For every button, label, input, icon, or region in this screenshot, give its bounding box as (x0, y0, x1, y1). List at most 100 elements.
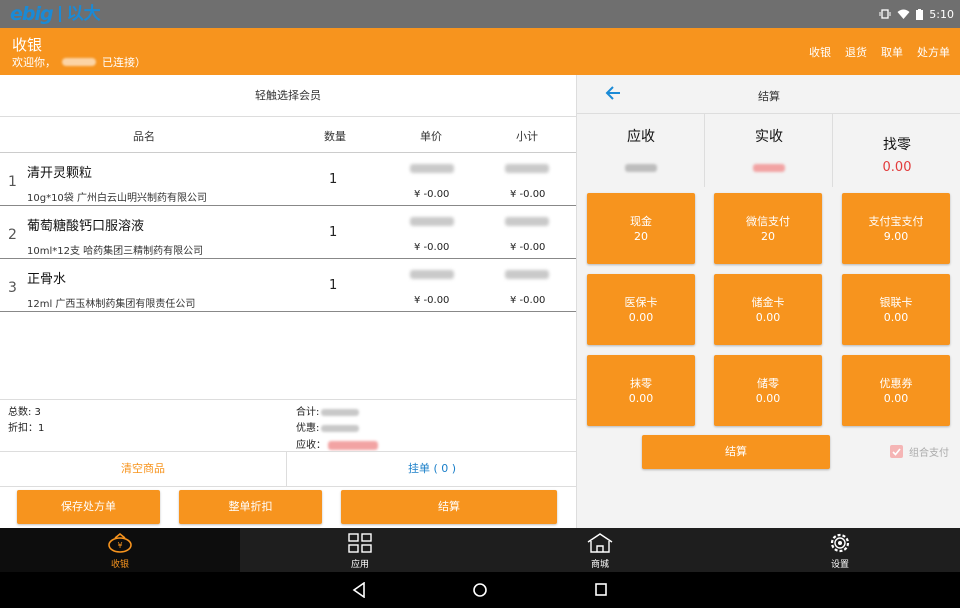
table-row[interactable]: 2 葡萄糖酸钙口服溶液 10ml*12支 哈药集团三精制药有限公司 1 ¥ -0… (0, 206, 576, 259)
nav-return[interactable]: 退货 (845, 44, 867, 60)
pay-stored-card-button[interactable]: 储金卡 0.00 (714, 274, 822, 345)
pay-value: 0.00 (755, 311, 781, 324)
combo-pay-toggle[interactable]: 组合支付 (890, 444, 949, 459)
settle-title-bar: 结算 (577, 75, 960, 114)
nav-prescription[interactable]: 处方单 (917, 44, 950, 60)
receivable-box: 应收 (577, 114, 705, 187)
redacted-receivable (625, 164, 657, 172)
combo-pay-checkbox[interactable] (890, 445, 903, 458)
pay-round-off-button[interactable]: 抹零 0.00 (587, 355, 695, 426)
whole-order-discount-button[interactable]: 整单折扣 (179, 490, 322, 524)
gear-icon (830, 533, 850, 553)
pay-unionpay-button[interactable]: 银联卡 0.00 (842, 274, 950, 345)
logo-ebig: ebig (10, 3, 54, 25)
nav-retrieve-order[interactable]: 取单 (881, 44, 903, 60)
item-spec: 10g*10袋 广州白云山明兴制药有限公司 (27, 193, 207, 204)
pay-cash-button[interactable]: 现金 20 (587, 193, 695, 264)
bottom-nav: ¥ 收银 应用 商城 设置 (0, 528, 960, 572)
pay-label: 支付宝支付 (868, 215, 924, 228)
pay-value: 20 (634, 230, 648, 243)
tab-settings[interactable]: 设置 (720, 528, 960, 572)
pay-store-change-button[interactable]: 储零 0.00 (714, 355, 822, 426)
clear-items-button[interactable]: 清空商品 (0, 452, 287, 486)
pay-label: 优惠券 (879, 377, 913, 390)
redacted-sum (321, 408, 360, 416)
connected-text: 已连接） (102, 56, 146, 69)
android-nav-bar (0, 572, 960, 608)
tab-mall[interactable]: 商城 (480, 528, 720, 572)
pay-label: 储金卡 (751, 296, 785, 309)
hang-order-button[interactable]: 挂单 ( 0 ) (288, 452, 576, 486)
tab-label: 设置 (830, 560, 849, 570)
logo-cn: 以大 (58, 6, 101, 23)
pay-label: 抹零 (630, 377, 652, 390)
app-logo: ebig 以大 (10, 0, 101, 28)
col-name: 品名 (133, 130, 155, 143)
select-member-button[interactable]: 轻触选择会员 (0, 85, 576, 117)
svg-text:¥: ¥ (117, 541, 122, 550)
unit-discount: ¥ -0.00 (414, 242, 450, 253)
tab-label: 收银 (110, 560, 129, 570)
redacted-unit-price (410, 270, 454, 279)
recents-icon[interactable] (594, 582, 608, 598)
pay-label: 储零 (757, 377, 779, 390)
item-name: 清开灵颗粒 (27, 166, 93, 181)
connection-status: 欢迎你， 已连接） (12, 54, 146, 70)
checkout-button[interactable]: 结算 (341, 490, 557, 524)
pay-label: 医保卡 (624, 296, 658, 309)
item-spec: 12ml 广西玉林制药集团有限责任公司 (27, 299, 196, 310)
vibrate-icon (879, 9, 891, 19)
save-prescription-button[interactable]: 保存处方单 (17, 490, 160, 524)
subtotal-discount: ¥ -0.00 (510, 189, 546, 200)
tab-apps[interactable]: 应用 (240, 528, 480, 572)
sum-row: 合计: (296, 403, 360, 418)
item-qty[interactable]: 1 (329, 225, 337, 240)
redacted-subtotal (505, 270, 549, 279)
home-icon[interactable] (472, 582, 488, 598)
battery-icon (916, 8, 924, 20)
settle-panel: 结算 应收 实收 找零 0.00 现金 20 微信支付 20 支付宝支付 9.0… (576, 75, 960, 528)
promo-row: 优惠: (296, 419, 360, 434)
pay-value: 0.00 (755, 392, 781, 405)
app-header: 收银 欢迎你， 已连接） 收银 退货 取单 处方单 (0, 28, 960, 75)
redacted-due (328, 440, 378, 450)
due-row: 应收： (296, 436, 378, 451)
sum-label: 合计: (296, 407, 320, 418)
welcome-text: 欢迎你， (12, 56, 56, 69)
pay-value: 9.00 (883, 230, 909, 243)
money-bag-icon: ¥ (108, 532, 132, 553)
pay-value: 0.00 (883, 392, 909, 405)
pay-value: 20 (761, 230, 775, 243)
back-icon[interactable] (352, 582, 366, 598)
combo-pay-label: 组合支付 (909, 448, 949, 459)
pay-wechat-button[interactable]: 微信支付 20 (714, 193, 822, 264)
cart-summary: 总数: 3 折扣：1 合计: 优惠: 应收： (0, 399, 576, 451)
pay-label: 微信支付 (746, 215, 790, 228)
row-index: 2 (8, 227, 17, 243)
cart-table-header: 品名 数量 单价 小计 (0, 117, 576, 153)
status-icons: 5:10 (879, 8, 954, 21)
pay-medical-card-button[interactable]: 医保卡 0.00 (587, 274, 695, 345)
received-label: 实收 (755, 129, 783, 145)
pay-alipay-button[interactable]: 支付宝支付 9.00 (842, 193, 950, 264)
cart-actions: 清空商品 挂单 ( 0 ) (0, 451, 576, 487)
redacted-unit-price (410, 217, 454, 226)
total-count: 总数: 3 (8, 407, 41, 418)
item-name: 正骨水 (27, 272, 67, 287)
change-label: 找零 (883, 137, 911, 153)
nav-cashier[interactable]: 收银 (809, 44, 831, 60)
table-row[interactable]: 1 清开灵颗粒 10g*10袋 广州白云山明兴制药有限公司 1 ¥ -0.00 … (0, 153, 576, 206)
discount-rate: 折扣：1 (8, 423, 45, 434)
received-box: 实收 (705, 114, 833, 187)
redacted-promo (321, 424, 360, 432)
system-status-bar: ebig 以大 5:10 (0, 0, 960, 28)
pay-coupon-button[interactable]: 优惠券 0.00 (842, 355, 950, 426)
settle-button[interactable]: 结算 (642, 435, 830, 469)
item-qty[interactable]: 1 (329, 172, 337, 187)
item-qty[interactable]: 1 (329, 278, 337, 293)
table-row[interactable]: 3 正骨水 12ml 广西玉林制药集团有限责任公司 1 ¥ -0.00 ¥ -0… (0, 259, 576, 312)
redacted-subtotal (505, 217, 549, 226)
subtotal-discount: ¥ -0.00 (510, 295, 546, 306)
change-value: 0.00 (882, 160, 912, 175)
tab-cashier[interactable]: ¥ 收银 (0, 528, 240, 572)
